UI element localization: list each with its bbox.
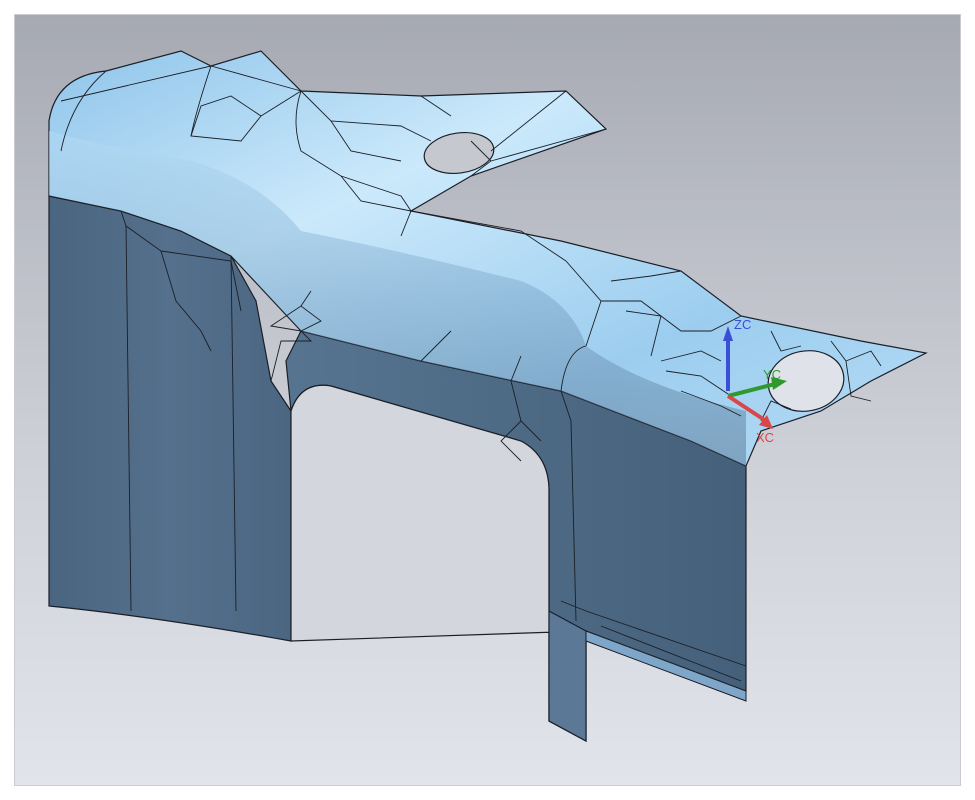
yc-label: YC bbox=[763, 367, 781, 382]
zc-label: ZC bbox=[734, 317, 751, 332]
graphics-viewport[interactable]: ZC YC XC bbox=[14, 14, 961, 786]
cad-model-view[interactable]: ZC YC XC bbox=[15, 15, 961, 786]
xc-label: XC bbox=[756, 430, 774, 445]
